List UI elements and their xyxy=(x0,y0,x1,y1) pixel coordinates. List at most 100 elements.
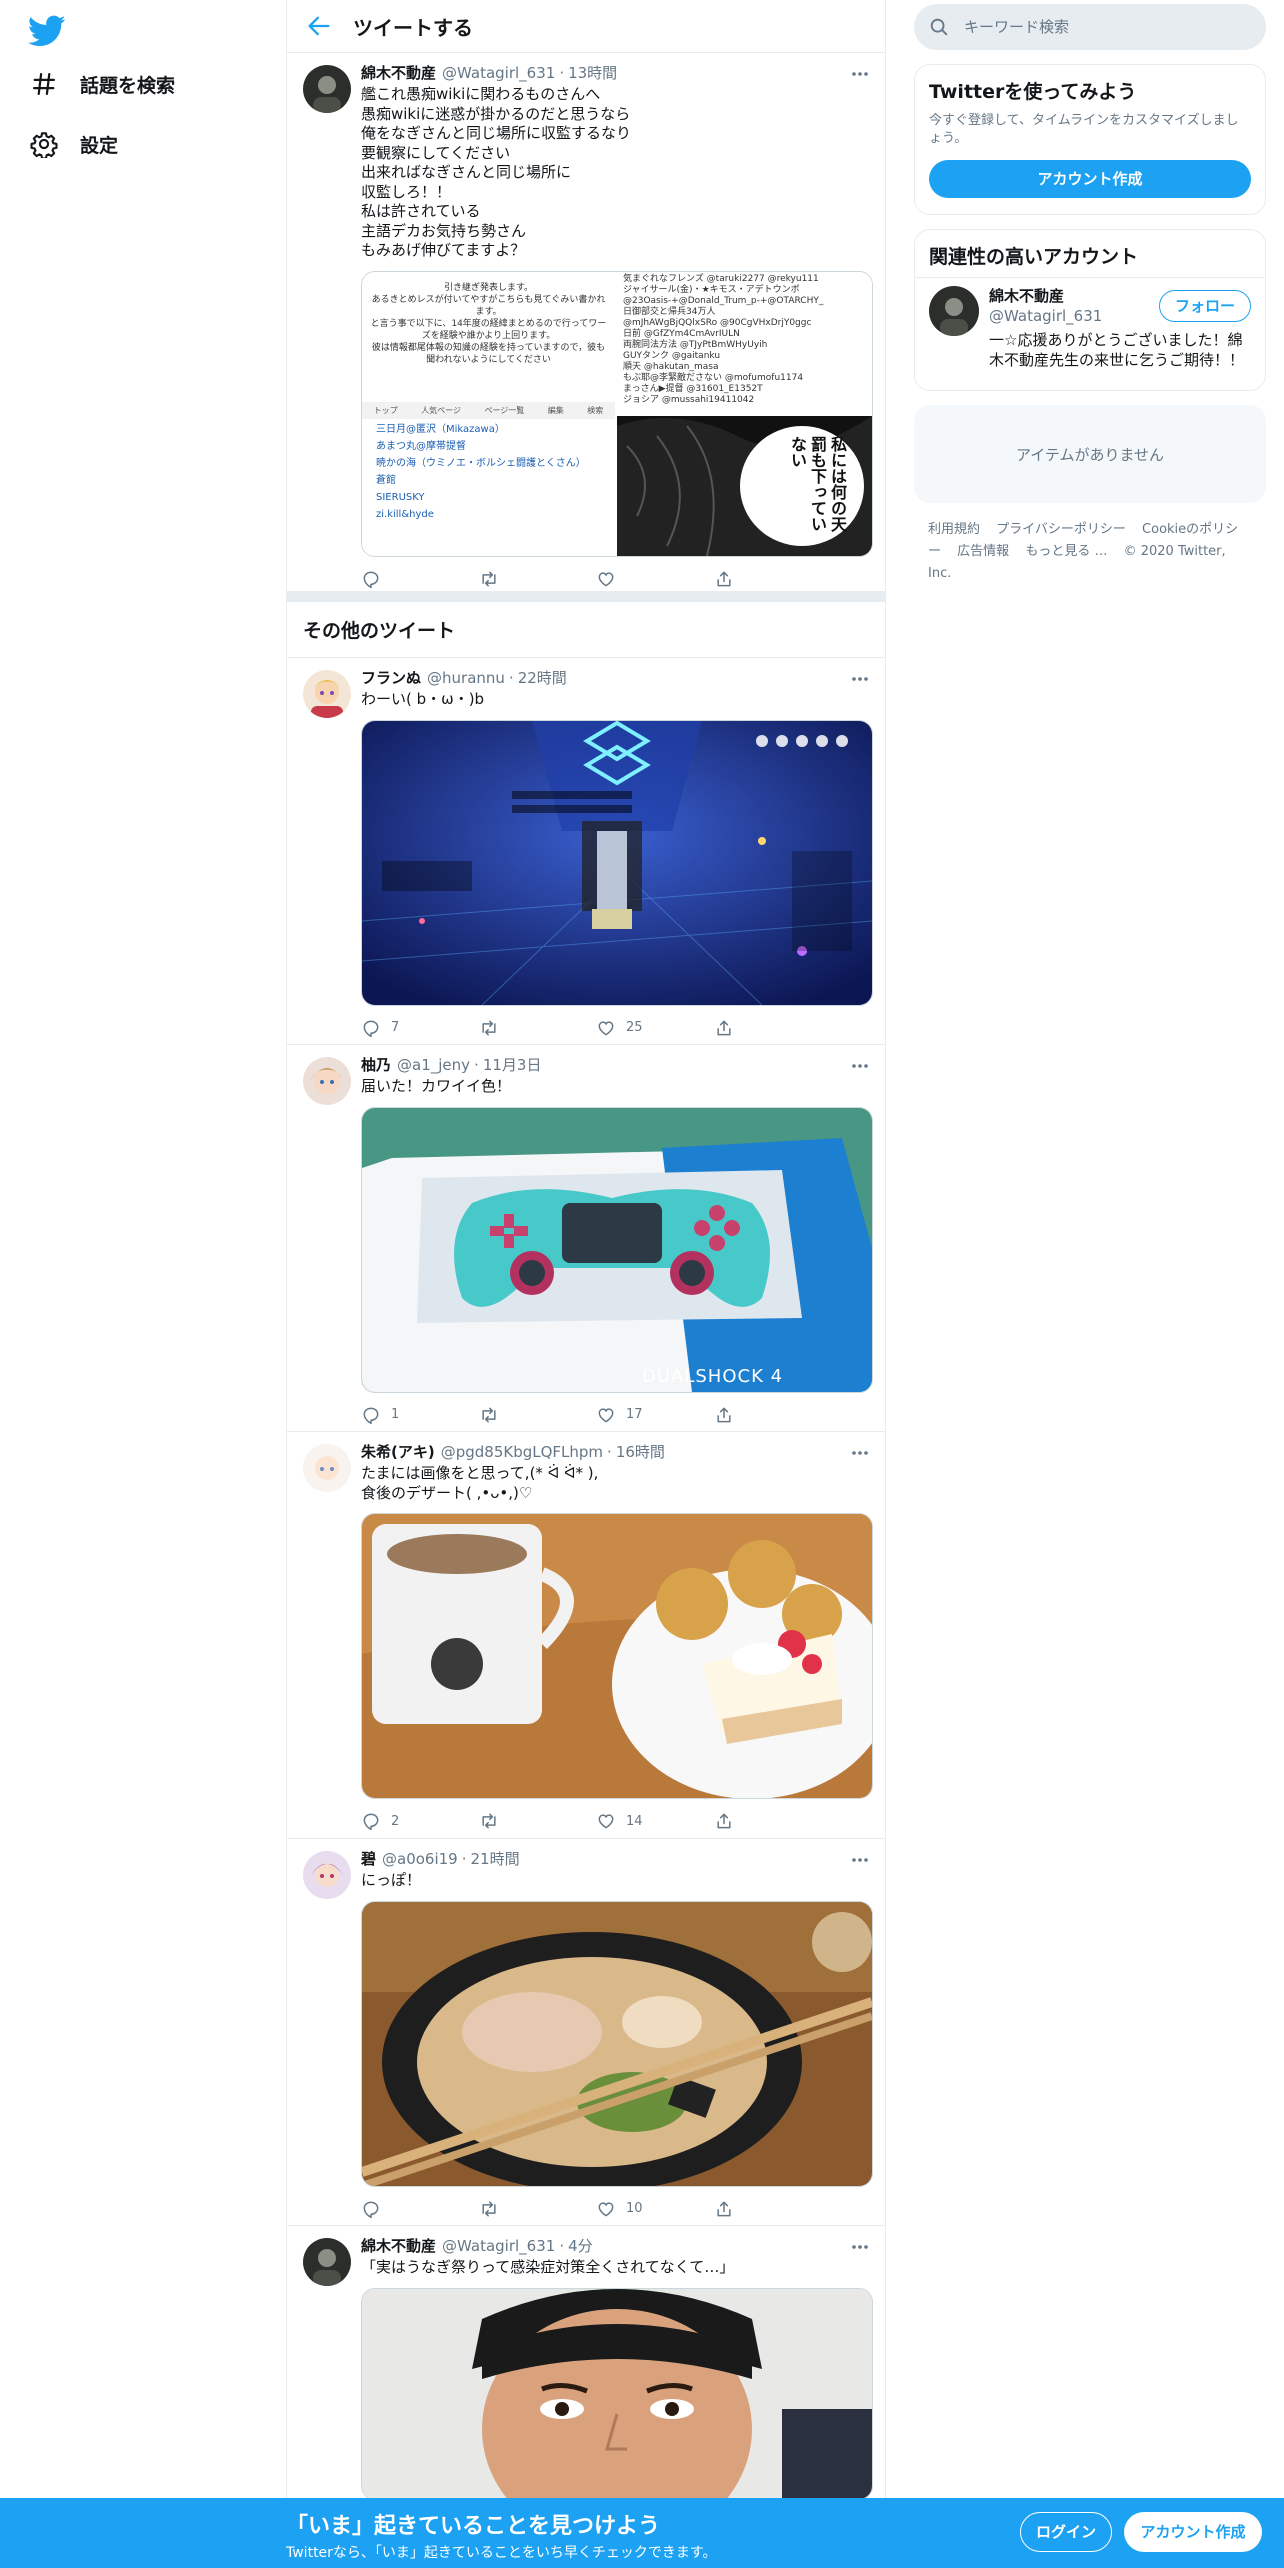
signup-card-title: Twitterを使ってみよう xyxy=(929,81,1137,103)
tweet-time[interactable]: 22時間 xyxy=(518,668,567,688)
tweet[interactable]: 朱希(アキ) @pgd85KbgLQFLhpm · 16時間 たまには画像をと思… xyxy=(287,1432,885,1839)
empty-message: アイテムがありません xyxy=(1015,445,1165,464)
like-icon xyxy=(598,571,614,586)
user-handle[interactable]: @pgd85KbgLQFLhpm xyxy=(441,1442,603,1462)
game-screenshot xyxy=(362,720,872,1005)
bottom-bar-subtitle: Twitterなら、「いま」起きていることをいち早くチェックできます。 xyxy=(286,2545,717,2561)
user-name[interactable]: 碧 xyxy=(361,1849,376,1869)
account-row[interactable]: フォロー 綿木不動産 @Watagirl_631 一☆応援ありがとうございました… xyxy=(915,278,1265,390)
tweet[interactable]: 柚乃 @a1_jeny · 11月3日 届いた！カワイイ色！ DUALSHOCK… xyxy=(287,1045,885,1432)
user-handle[interactable]: @a0o6i19 xyxy=(382,1849,458,1869)
user-handle[interactable]: @Watagirl_631 xyxy=(442,63,555,83)
share-button[interactable] xyxy=(714,569,832,589)
reply-button[interactable]: 1 xyxy=(361,1405,479,1425)
wiki-toolbar-item: 人気ページ xyxy=(421,405,462,415)
terms-link[interactable]: 利用規約 xyxy=(928,522,980,537)
retweet-icon xyxy=(481,571,496,586)
avatar[interactable] xyxy=(303,1057,351,1105)
create-account-button[interactable]: アカウント作成 xyxy=(929,160,1251,198)
user-name[interactable]: 朱希(アキ) xyxy=(361,1442,435,1462)
reply-button[interactable]: 2 xyxy=(361,1811,479,1831)
login-button[interactable]: ログイン xyxy=(1020,2512,1112,2552)
tweet-time[interactable]: 21時間 xyxy=(471,1849,520,1869)
reply-icon xyxy=(363,571,379,588)
tweet-time[interactable]: 11月3日 xyxy=(483,1055,542,1075)
search-input[interactable] xyxy=(962,17,1226,37)
share-button[interactable] xyxy=(714,2199,832,2219)
bottom-bar-title: 「いま」起きていることを見つけよう xyxy=(286,2514,661,2539)
search-icon xyxy=(914,16,962,38)
like-button[interactable]: 10 xyxy=(596,2199,714,2219)
tweet-media[interactable] xyxy=(361,1513,873,1799)
nav-explore[interactable]: 話題を検索 xyxy=(30,64,175,104)
tweet[interactable]: フランぬ @hurannu · 22時間 わーい( b・ω・)b 7 25 xyxy=(287,658,885,1045)
account-list-text: 気まぐれなフレンズ @taruki2277 @rekyu111 ジャイサール(金… xyxy=(623,273,824,405)
follow-button[interactable]: フォロー xyxy=(1159,290,1251,322)
twitter-logo-icon[interactable] xyxy=(28,12,66,50)
more-icon[interactable] xyxy=(849,2238,871,2256)
more-link[interactable]: もっと見る … xyxy=(1025,544,1107,559)
retweet-button[interactable] xyxy=(479,2199,597,2219)
user-name[interactable]: 綿木不動産 xyxy=(361,2236,436,2256)
main-tweet[interactable]: 綿木不動産 @Watagirl_631 · 13時間 艦これ愚痴wikiに関わる… xyxy=(287,53,885,592)
like-button[interactable] xyxy=(596,569,714,589)
user-name[interactable]: フランぬ xyxy=(361,668,421,688)
tweet-media[interactable] xyxy=(361,1900,873,2187)
retweet-icon xyxy=(481,1020,496,1035)
user-handle[interactable]: @Watagirl_631 xyxy=(442,2236,555,2256)
like-button[interactable]: 25 xyxy=(596,1018,714,1038)
avatar[interactable] xyxy=(303,1851,351,1899)
avatar[interactable] xyxy=(303,670,351,718)
tweet-media[interactable]: 引き継ぎ発表します。 あるきとめレスが付いてやすがこちらも見てぐみい書かれます。… xyxy=(361,270,873,557)
avatar[interactable] xyxy=(303,2238,351,2286)
avatar[interactable] xyxy=(303,65,351,113)
reply-button[interactable] xyxy=(361,2199,479,2219)
nav-settings[interactable]: 設定 xyxy=(30,124,118,164)
wiki-toolbar-item: 検索 xyxy=(587,405,604,415)
back-arrow-icon[interactable] xyxy=(305,12,333,40)
retweet-button[interactable] xyxy=(479,1018,597,1038)
other-tweets-heading: その他のツイート xyxy=(287,602,885,658)
like-button[interactable]: 14 xyxy=(596,1811,714,1831)
avatar[interactable] xyxy=(929,286,979,336)
tweet-time[interactable]: 4分 xyxy=(568,2236,593,2256)
reply-icon xyxy=(363,1813,379,1831)
reply-count: 2 xyxy=(391,1813,400,1829)
wiki-list-item: 三日月@匿沢（Mikazawa） xyxy=(376,423,505,435)
relevant-accounts-title: 関連性の高いアカウント xyxy=(915,230,1265,278)
user-name[interactable]: 柚乃 xyxy=(361,1055,391,1075)
share-icon xyxy=(716,1407,731,1422)
reply-button[interactable]: 7 xyxy=(361,1018,479,1038)
tweet-time[interactable]: 16時間 xyxy=(616,1442,665,1462)
more-icon[interactable] xyxy=(849,1444,871,1462)
tweet-media[interactable]: DUALSHOCK 4 xyxy=(361,1106,873,1393)
reply-count: 7 xyxy=(391,1020,400,1035)
tweet[interactable]: 碧 @a0o6i19 · 21時間 にっぽ！ 10 xyxy=(287,1839,885,2226)
user-handle[interactable]: @hurannu xyxy=(427,668,505,688)
signup-button[interactable]: アカウント作成 xyxy=(1124,2512,1262,2552)
more-icon[interactable] xyxy=(849,65,871,83)
ads-link[interactable]: 広告情報 xyxy=(957,544,1009,559)
privacy-link[interactable]: プライバシーポリシー xyxy=(996,522,1126,537)
retweet-button[interactable] xyxy=(479,569,597,589)
more-icon[interactable] xyxy=(849,670,871,688)
reply-button[interactable] xyxy=(361,569,479,589)
user-handle[interactable]: @a1_jeny xyxy=(397,1055,470,1075)
tweet-media[interactable] xyxy=(361,2287,873,2500)
share-button[interactable] xyxy=(714,1405,832,1425)
share-button[interactable] xyxy=(714,1811,832,1831)
share-icon xyxy=(716,1020,731,1035)
tweet[interactable]: 綿木不動産 @Watagirl_631 · 4分 「実はうなぎ祭りって感染症対策… xyxy=(287,2226,885,2500)
retweet-button[interactable] xyxy=(479,1811,597,1831)
tweet-media[interactable] xyxy=(361,719,873,1006)
avatar[interactable] xyxy=(303,1444,351,1492)
user-name[interactable]: 綿木不動産 xyxy=(361,63,436,83)
like-button[interactable]: 17 xyxy=(596,1405,714,1425)
share-button[interactable] xyxy=(714,1018,832,1038)
more-icon[interactable] xyxy=(849,1057,871,1075)
retweet-button[interactable] xyxy=(479,1405,597,1425)
search-box[interactable] xyxy=(914,4,1266,50)
more-icon[interactable] xyxy=(849,1851,871,1869)
relevant-accounts-card: 関連性の高いアカウント フォロー 綿木不動産 @Watagirl_631 一☆応… xyxy=(914,229,1266,391)
tweet-time[interactable]: 13時間 xyxy=(568,63,617,83)
